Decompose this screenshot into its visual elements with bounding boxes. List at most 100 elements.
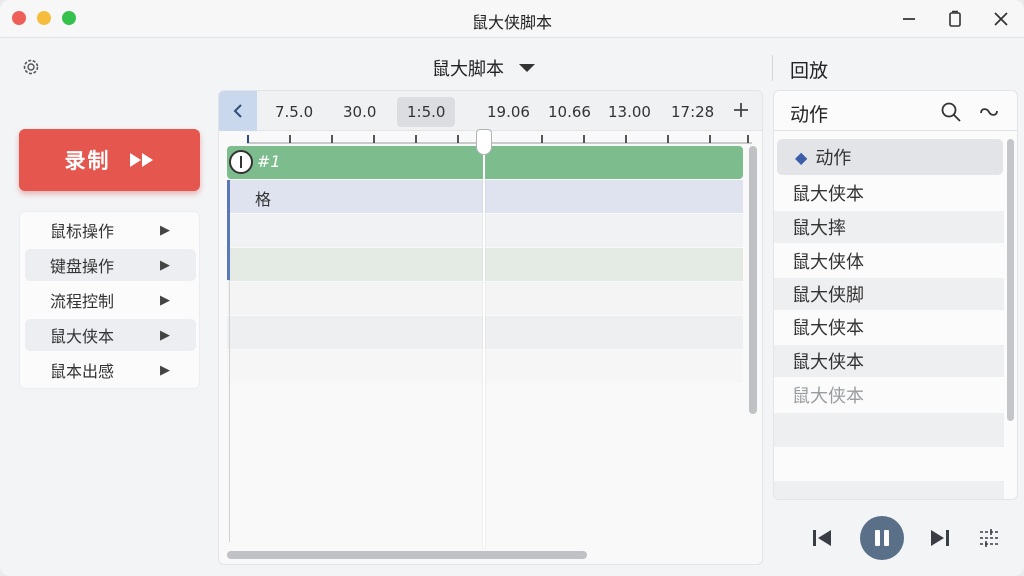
sidebar-item-script[interactable]: 鼠大侠本 ▶ — [25, 319, 196, 351]
action-item-empty — [774, 447, 1004, 481]
actions-header: 动作 — [774, 91, 1017, 131]
timeline-track-empty[interactable] — [227, 214, 743, 247]
sidebar-item-label: 键盘操作 — [50, 257, 115, 276]
sidebar-item-misc[interactable]: 鼠本出感 ▶ — [25, 354, 196, 386]
timeline-vertical-scrollbar[interactable] — [749, 146, 757, 414]
actions-panel: 动作 ◆ 动作 鼠大侠本 鼠大摔 鼠大侠体 鼠大侠脚 鼠大侠本 鼠大侠本 鼠大侠… — [773, 90, 1018, 500]
tick-label: 19.06 — [487, 103, 530, 121]
title-bar: 鼠大侠脚本 — [0, 0, 1024, 38]
scale-tick — [541, 135, 543, 143]
scale-tick — [583, 135, 585, 143]
gear-icon — [23, 59, 39, 75]
chevron-left-icon — [233, 104, 242, 118]
scale-tick — [625, 135, 627, 143]
app-window: 鼠大侠脚本 录制 鼠标操作 ▶ 键盘操作 ▶ 流程控制 ▶ 鼠大侠本 ▶ 鼠本出… — [0, 0, 1024, 576]
replay-title: 回放 — [790, 60, 829, 82]
scale-tick — [667, 135, 669, 143]
scale-tick — [457, 135, 459, 143]
action-item[interactable]: 鼠大侠本 — [774, 379, 1004, 411]
action-item[interactable]: 鼠大侠脚 — [774, 278, 1004, 310]
adjust-button[interactable] — [976, 524, 1002, 552]
fast-forward-icon — [129, 153, 153, 167]
skip-previous-icon — [813, 530, 831, 546]
skip-next-button[interactable] — [926, 524, 954, 552]
track-label: 格 — [255, 190, 272, 209]
scale-tick — [747, 135, 749, 143]
scale-tick — [247, 135, 249, 143]
timeline-panel: 7.5.0 30.0 1:5.0 19.06 10.66 13.00 17:28 — [218, 90, 763, 565]
skip-next-icon — [931, 530, 949, 546]
sidebar-item-label: 鼠大侠本 — [50, 327, 115, 346]
action-item-label: 鼠大侠本 — [792, 386, 864, 407]
track-guide — [229, 280, 230, 542]
plus-icon — [734, 103, 748, 117]
add-track-button[interactable] — [733, 99, 749, 124]
action-category-list: 鼠标操作 ▶ 键盘操作 ▶ 流程控制 ▶ 鼠大侠本 ▶ 鼠本出感 ▶ — [19, 211, 200, 389]
timeline-track-empty[interactable] — [227, 248, 743, 281]
timeline-scale — [247, 131, 752, 145]
timeline-ruler: 7.5.0 30.0 1:5.0 19.06 10.66 13.00 17:28 — [219, 91, 762, 131]
search-button[interactable] — [940, 101, 962, 123]
action-item-label: 鼠大侠本 — [792, 318, 864, 339]
timeline-horizontal-scrollbar[interactable] — [227, 551, 587, 559]
sidebar-item-flow[interactable]: 流程控制 ▶ — [25, 284, 196, 316]
action-item[interactable]: 鼠大摔 — [774, 211, 1004, 243]
action-group-label: 动作 — [815, 148, 852, 169]
sidebar-item-label: 流程控制 — [50, 292, 115, 311]
scale-tick — [415, 135, 417, 143]
timeline-track-empty[interactable] — [227, 282, 743, 315]
maximize-icon — [949, 10, 961, 27]
action-item[interactable]: 鼠大侠本 — [774, 345, 1004, 377]
header-divider — [772, 55, 773, 81]
scale-tick — [373, 135, 375, 143]
sidebar-item-mouse[interactable]: 鼠标操作 ▶ — [25, 214, 196, 246]
diamond-icon: ◆ — [795, 147, 808, 167]
link-button[interactable] — [978, 101, 1000, 123]
settings-button[interactable] — [20, 56, 42, 78]
track-accent — [227, 180, 230, 280]
actions-title: 动作 — [790, 104, 829, 126]
play-arrow-icon: ▶ — [160, 362, 170, 378]
sidebar-item-label: 鼠标操作 — [50, 222, 115, 241]
script-selector[interactable]: 鼠大脚本 — [432, 55, 536, 81]
scale-tick — [289, 135, 291, 143]
caret-down-icon — [519, 64, 535, 72]
timeline-track-empty[interactable] — [227, 350, 743, 383]
scale-tick — [331, 135, 333, 143]
action-item-empty — [774, 413, 1004, 447]
tick-label: 30.0 — [343, 103, 377, 121]
timeline-track-empty[interactable] — [227, 316, 743, 349]
record-label: 录制 — [64, 149, 111, 173]
playhead-handle[interactable] — [476, 129, 492, 155]
track-marker-icon[interactable] — [229, 150, 253, 174]
action-item-label: 鼠大侠脚 — [792, 285, 864, 306]
script-title: 鼠大脚本 — [432, 59, 504, 80]
close-button[interactable] — [988, 6, 1014, 32]
pause-button[interactable] — [860, 516, 904, 560]
play-arrow-icon: ▶ — [160, 292, 170, 308]
action-item[interactable]: 鼠大侠体 — [774, 245, 1004, 277]
sidebar-item-keyboard[interactable]: 键盘操作 ▶ — [25, 249, 196, 281]
minimize-icon — [903, 18, 915, 20]
maximize-button[interactable] — [942, 6, 968, 32]
timeline-track[interactable]: 格 — [227, 180, 743, 213]
minimize-button[interactable] — [896, 6, 922, 32]
pause-icon — [875, 530, 889, 546]
actions-scrollbar[interactable] — [1007, 139, 1014, 421]
action-item-label: 鼠大摔 — [792, 218, 846, 239]
tick-label-selected[interactable]: 1:5.0 — [397, 97, 456, 127]
record-button[interactable]: 录制 — [19, 129, 200, 191]
action-item-empty — [774, 481, 1004, 499]
tick-label: 10.66 — [548, 103, 591, 121]
close-icon — [994, 12, 1008, 26]
skip-previous-button[interactable] — [808, 524, 836, 552]
action-item[interactable]: 鼠大侠本 — [774, 177, 1004, 209]
action-item[interactable]: 鼠大侠本 — [774, 311, 1004, 343]
action-item-label: 鼠大侠本 — [792, 184, 864, 205]
timeline-back-button[interactable] — [219, 91, 257, 131]
link-icon — [980, 108, 998, 116]
tick-label: 13.00 — [608, 103, 651, 121]
scale-tick — [709, 135, 711, 143]
playhead-line — [483, 153, 485, 548]
action-group-header[interactable]: ◆ 动作 — [777, 139, 1003, 175]
